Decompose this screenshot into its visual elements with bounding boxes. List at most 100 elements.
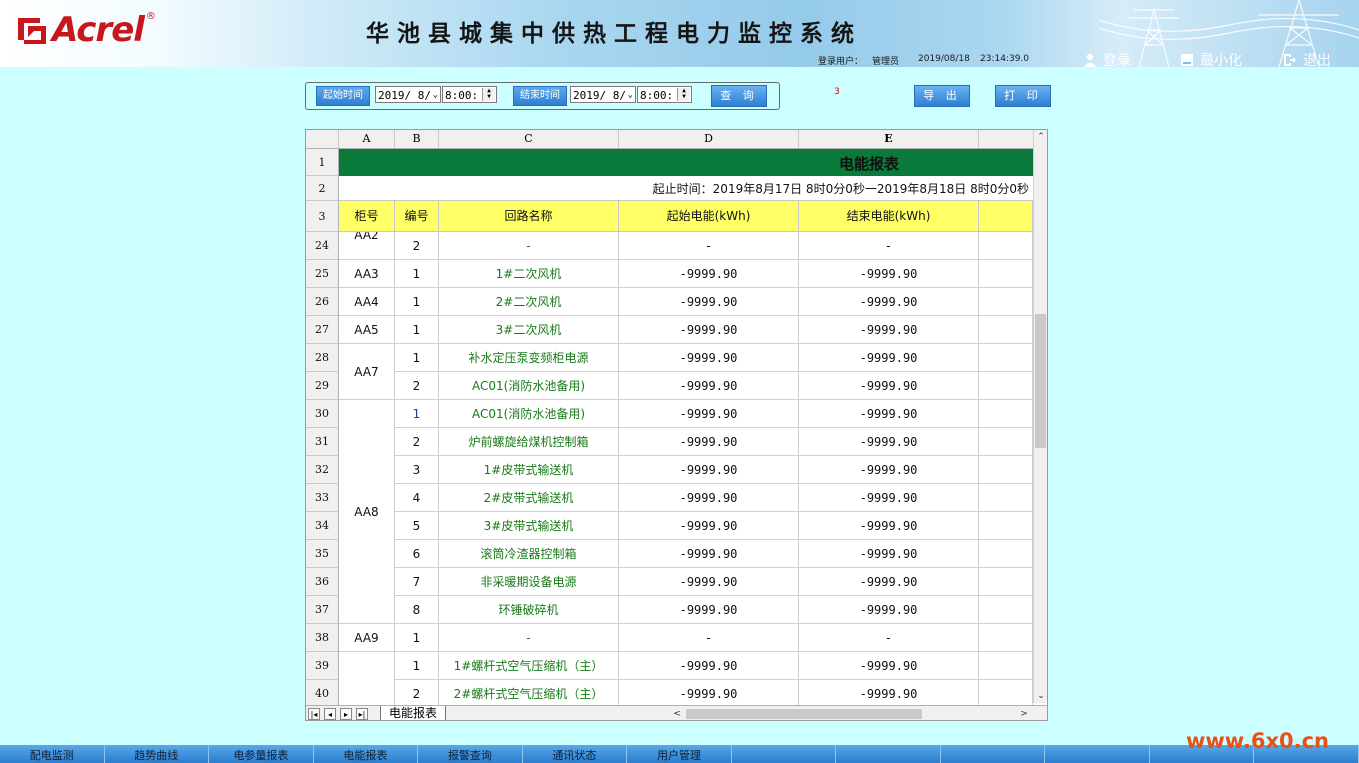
query-button[interactable]: 查 询 bbox=[711, 85, 767, 107]
cell-circuit-name[interactable]: AC01(消防水池备用) bbox=[439, 372, 619, 400]
row-header[interactable]: 3 bbox=[306, 201, 339, 232]
cell-extra[interactable] bbox=[979, 232, 1033, 260]
row-header[interactable]: 25 bbox=[306, 260, 339, 288]
row-header[interactable]: 39 bbox=[306, 652, 339, 680]
row-header[interactable]: 26 bbox=[306, 288, 339, 316]
nav-item[interactable]: 电能报表 bbox=[314, 745, 419, 763]
cell-start-energy[interactable]: -9999.90 bbox=[619, 540, 799, 568]
column-header-d[interactable]: D bbox=[619, 130, 799, 148]
cell-circuit-name[interactable]: - bbox=[439, 624, 619, 652]
row-header[interactable]: 38 bbox=[306, 624, 339, 652]
print-button[interactable]: 打 印 bbox=[995, 85, 1051, 107]
cell-extra[interactable] bbox=[979, 652, 1033, 680]
minimize-button[interactable]: 最小化 bbox=[1180, 50, 1242, 70]
cell-extra[interactable] bbox=[979, 540, 1033, 568]
cell-cabinet[interactable]: AA3 bbox=[339, 260, 395, 288]
cell-circuit-name[interactable]: 2#螺杆式空气压缩机（主） bbox=[439, 680, 619, 708]
exit-button[interactable]: 退出 bbox=[1283, 50, 1331, 70]
cell-extra[interactable] bbox=[979, 260, 1033, 288]
cell-extra[interactable] bbox=[979, 400, 1033, 428]
nav-item[interactable] bbox=[1045, 745, 1150, 763]
cell-number[interactable]: 2 bbox=[395, 232, 439, 260]
cell-circuit-name[interactable]: 1#二次风机 bbox=[439, 260, 619, 288]
export-button[interactable]: 导 出 bbox=[914, 85, 970, 107]
row-header[interactable]: 2 bbox=[306, 176, 339, 201]
cell-extra[interactable] bbox=[979, 428, 1033, 456]
column-header-c[interactable]: C bbox=[439, 130, 619, 148]
row-header[interactable]: 29 bbox=[306, 372, 339, 400]
nav-item[interactable]: 通讯状态 bbox=[523, 745, 628, 763]
horizontal-scrollbar[interactable]: < > bbox=[670, 707, 1032, 720]
cell-number[interactable]: 2 bbox=[395, 680, 439, 708]
next-sheet-icon[interactable]: ▸ bbox=[340, 708, 352, 720]
cell-number[interactable]: 8 bbox=[395, 596, 439, 624]
last-sheet-icon[interactable]: ▸| bbox=[356, 708, 368, 720]
nav-item[interactable]: 配电监测 bbox=[0, 745, 105, 763]
scroll-down-icon[interactable]: ⌄ bbox=[1034, 689, 1047, 703]
cell-extra[interactable] bbox=[979, 512, 1033, 540]
row-header[interactable]: 28 bbox=[306, 344, 339, 372]
nav-item[interactable] bbox=[732, 745, 837, 763]
cell-start-energy[interactable]: -9999.90 bbox=[619, 456, 799, 484]
cell-extra[interactable] bbox=[979, 456, 1033, 484]
column-header-b[interactable]: B bbox=[395, 130, 439, 148]
row-header[interactable]: 37 bbox=[306, 596, 339, 624]
cell-number[interactable]: 1 bbox=[395, 288, 439, 316]
cell-start-energy[interactable]: - bbox=[619, 624, 799, 652]
start-date-picker[interactable]: 2019/ 8/ ⌄ bbox=[375, 86, 441, 103]
scroll-left-icon[interactable]: < bbox=[670, 707, 684, 720]
cell-start-energy[interactable]: -9999.90 bbox=[619, 372, 799, 400]
cell-extra[interactable] bbox=[979, 568, 1033, 596]
cell-circuit-name[interactable]: - bbox=[439, 232, 619, 260]
cell-number[interactable]: 1 bbox=[395, 400, 439, 428]
cell-circuit-name[interactable]: 滚筒冷渣器控制箱 bbox=[439, 540, 619, 568]
cell-end-energy[interactable]: -9999.90 bbox=[799, 400, 979, 428]
row-header[interactable]: 36 bbox=[306, 568, 339, 596]
scroll-up-icon[interactable]: ⌃ bbox=[1034, 130, 1047, 144]
cell-start-energy[interactable]: -9999.90 bbox=[619, 512, 799, 540]
first-sheet-icon[interactable]: |◂ bbox=[308, 708, 320, 720]
row-header[interactable]: 1 bbox=[306, 149, 339, 176]
cell-number[interactable]: 1 bbox=[395, 260, 439, 288]
cell-end-energy[interactable]: - bbox=[799, 232, 979, 260]
cell-extra[interactable] bbox=[979, 344, 1033, 372]
spinner-icon[interactable]: ▲ ▼ bbox=[677, 88, 690, 101]
spinner-icon[interactable]: ▲ ▼ bbox=[482, 88, 495, 101]
cell-cabinet[interactable]: AA4 bbox=[339, 288, 395, 316]
cell-cabinet[interactable]: AA8 bbox=[339, 400, 395, 624]
cell-end-energy[interactable]: -9999.90 bbox=[799, 288, 979, 316]
cell-end-energy[interactable]: -9999.90 bbox=[799, 596, 979, 624]
chevron-down-icon[interactable]: ⌄ bbox=[433, 87, 438, 104]
cell-circuit-name[interactable]: 补水定压泵变频柜电源 bbox=[439, 344, 619, 372]
nav-item[interactable] bbox=[836, 745, 941, 763]
cell-end-energy[interactable]: -9999.90 bbox=[799, 540, 979, 568]
vertical-scroll-thumb[interactable] bbox=[1035, 314, 1046, 448]
cell-number[interactable]: 5 bbox=[395, 512, 439, 540]
start-time-picker[interactable]: 8:00: ▲ ▼ bbox=[442, 86, 497, 103]
report-spreadsheet[interactable]: A B C D E 1 2 3 电能报表 起止时间：2019年8月17日 8时0… bbox=[305, 129, 1048, 721]
select-all-corner[interactable] bbox=[306, 130, 339, 148]
cell-extra[interactable] bbox=[979, 316, 1033, 344]
cell-circuit-name[interactable]: 1#螺杆式空气压缩机（主） bbox=[439, 652, 619, 680]
cell-circuit-name[interactable]: 3#皮带式输送机 bbox=[439, 512, 619, 540]
cell-end-energy[interactable]: -9999.90 bbox=[799, 428, 979, 456]
cell-start-energy[interactable]: -9999.90 bbox=[619, 484, 799, 512]
cell-start-energy[interactable]: -9999.90 bbox=[619, 316, 799, 344]
row-header[interactable]: 30 bbox=[306, 400, 339, 428]
nav-item[interactable]: 用户管理 bbox=[627, 745, 732, 763]
row-header[interactable]: 27 bbox=[306, 316, 339, 344]
cell-number[interactable]: 1 bbox=[395, 316, 439, 344]
cell-cabinet[interactable] bbox=[339, 652, 395, 708]
cell-number[interactable]: 7 bbox=[395, 568, 439, 596]
cell-cabinet[interactable]: AA9 bbox=[339, 624, 395, 652]
cell-end-energy[interactable]: - bbox=[799, 624, 979, 652]
vertical-scrollbar[interactable]: ⌃ ⌄ bbox=[1033, 130, 1047, 703]
cell-start-energy[interactable]: -9999.90 bbox=[619, 400, 799, 428]
cell-number[interactable]: 2 bbox=[395, 372, 439, 400]
cell-start-energy[interactable]: -9999.90 bbox=[619, 596, 799, 624]
row-header[interactable]: 35 bbox=[306, 540, 339, 568]
cell-circuit-name[interactable]: 1#皮带式输送机 bbox=[439, 456, 619, 484]
column-header-a[interactable]: A bbox=[339, 130, 395, 148]
prev-sheet-icon[interactable]: ◂ bbox=[324, 708, 336, 720]
cell-number[interactable]: 3 bbox=[395, 456, 439, 484]
